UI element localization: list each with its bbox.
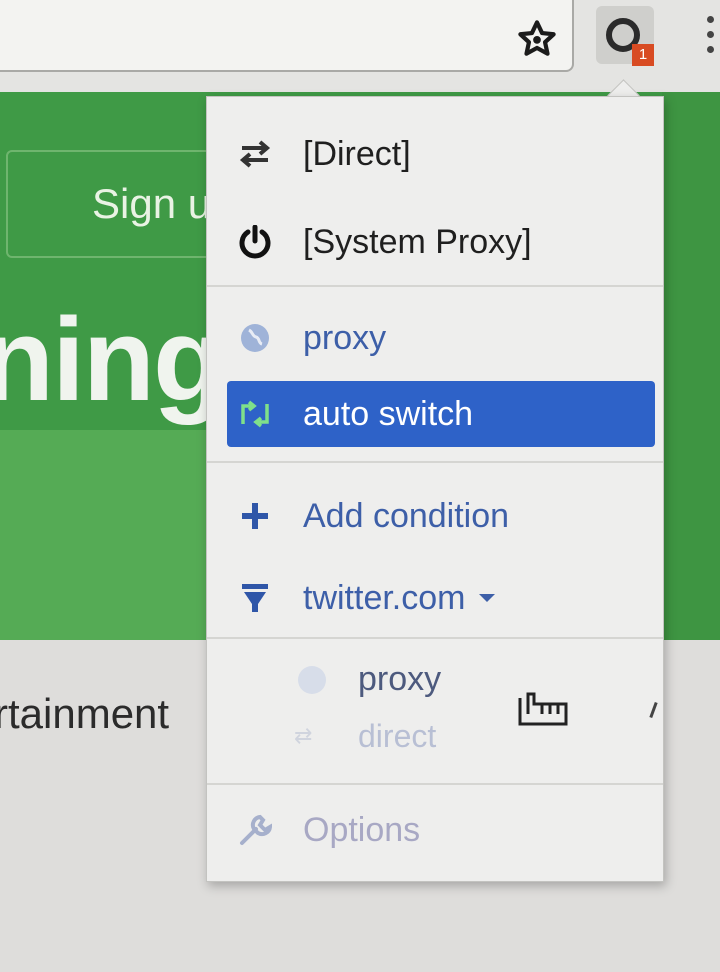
filter-icon [235,578,275,618]
page-side-strip [662,92,720,640]
wrench-icon [235,810,275,850]
hand-cursor-icon [512,690,568,730]
menu-item-twitter-condition[interactable]: twitter.com [227,565,655,631]
browser-menu-icon[interactable] [700,8,720,68]
swap-arrows-icon: ⇄ [294,723,313,748]
category-link[interactable]: rtainment [0,690,169,738]
browser-toolbar: 1 [0,0,720,94]
proxy-extension-button[interactable]: 1 [596,6,654,66]
menu-divider [207,461,663,463]
menu-item-label: proxy [303,318,387,357]
plus-icon [235,496,275,536]
menu-item-label: [System Proxy] [303,222,532,261]
menu-divider [207,783,663,785]
bookmark-star-icon[interactable] [516,18,558,60]
menu-item-auto-switch[interactable]: auto switch [227,381,655,447]
power-icon [235,222,275,262]
address-bar[interactable] [0,0,574,72]
menu-item-label: [Direct] [303,134,411,173]
menu-item-system-proxy[interactable]: [System Proxy] [227,209,655,275]
swap-arrows-icon [235,134,275,174]
hero-heading: ning [0,294,225,426]
globe-icon [298,666,326,694]
signup-label: Sign u [92,180,212,227]
menu-item-label: Options [303,810,421,849]
submenu-item-proxy[interactable]: proxy [358,660,441,699]
chevron-down-icon[interactable] [479,594,496,602]
menu-item-direct[interactable]: [Direct] [227,121,655,187]
menu-divider [207,637,663,639]
menu-item-options[interactable]: Options [227,797,655,863]
auto-switch-icon [235,394,275,434]
proxy-switch-popup: [Direct] [System Proxy] proxy auto switc… [206,96,664,882]
globe-icon [235,318,275,358]
menu-divider [207,285,663,287]
menu-item-proxy[interactable]: proxy [227,305,655,371]
menu-item-add-condition[interactable]: Add condition [227,483,655,549]
extension-badge: 1 [632,44,654,66]
submenu-item-direct[interactable]: direct [358,718,436,755]
menu-item-label: auto switch [303,394,474,433]
menu-item-label: twitter.com [303,578,466,617]
menu-item-label: Add condition [303,496,510,535]
